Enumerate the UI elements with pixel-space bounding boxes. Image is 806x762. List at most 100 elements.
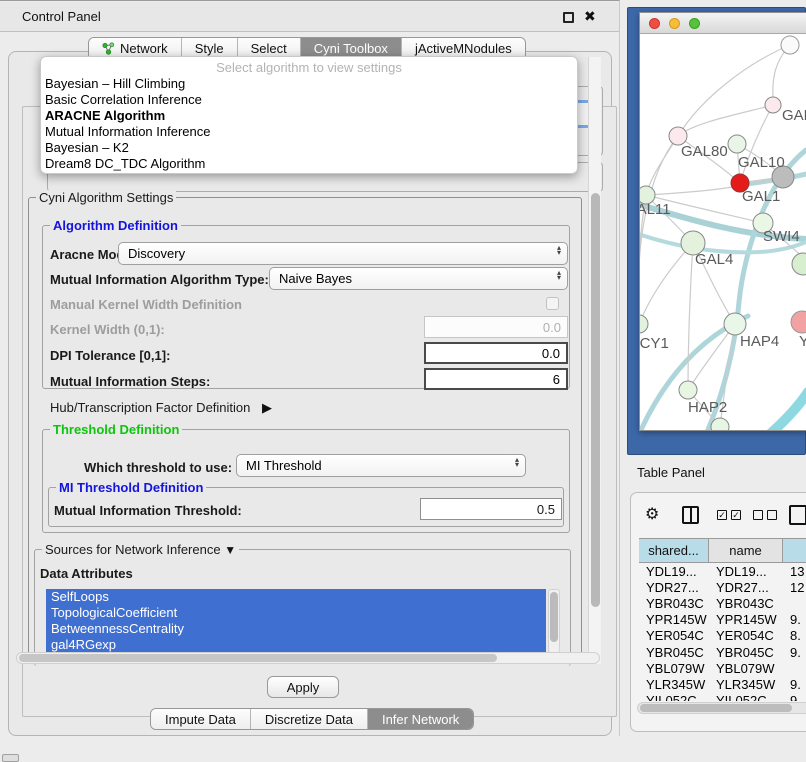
table-row[interactable]: YPR145WYPR145W9.: [639, 612, 806, 628]
table-panel: ⚙ ✓ ✓ shared...name YDL19...YDL19...13YD…: [630, 492, 806, 732]
table-cell: YBR045C: [709, 645, 783, 660]
control-panel: Control Panel ✖ NetworkStyleSelectCyni T…: [0, 0, 620, 736]
table-header-row: shared...name: [639, 538, 806, 563]
table-row[interactable]: YBL079WYBL079W: [639, 660, 806, 676]
deselect-all-checkbox-icon[interactable]: [767, 510, 777, 520]
table-cell: 8.: [783, 628, 806, 643]
sources-toggle[interactable]: Sources for Network Inference ▼: [42, 542, 239, 557]
settings-horizontal-scrollbar[interactable]: [16, 652, 600, 664]
network-edge[interactable]: [640, 243, 693, 324]
table-row[interactable]: YBR043CYBR043C: [639, 595, 806, 611]
close-icon[interactable]: ✖: [584, 8, 596, 25]
tab-infer-network[interactable]: Infer Network: [368, 709, 473, 729]
table-cell: 9.: [783, 693, 806, 701]
column-header[interactable]: name: [709, 539, 783, 562]
group-title: Cyni Algorithm Settings: [36, 190, 176, 205]
network-edge[interactable]: [678, 105, 773, 136]
attribute-item[interactable]: SelfLoops: [46, 589, 546, 605]
close-traffic-light-icon[interactable]: [649, 18, 660, 29]
GAL-network-node[interactable]: [765, 97, 781, 113]
network-graph[interactable]: GALGAL80GAL10GAL1GAL11SWI4GAL4GCY1HAP4YH…: [640, 34, 806, 430]
scrollbar-thumb[interactable]: [591, 193, 600, 607]
which-threshold-select[interactable]: MI Threshold ▴▾: [236, 454, 526, 477]
mi-algorithm-type-select[interactable]: Naive Bayes ▴▾: [269, 267, 568, 290]
float-window-icon[interactable]: [563, 12, 574, 23]
hub-definition-toggle[interactable]: Hub/Transcription Factor Definition ▶: [50, 400, 272, 416]
network-edge[interactable]: [640, 136, 678, 324]
scrollbar-thumb[interactable]: [550, 592, 558, 642]
settings-vertical-scrollbar[interactable]: [588, 57, 601, 664]
network-edge[interactable]: [646, 136, 678, 195]
dropdown-item[interactable]: Basic Correlation Inference: [41, 92, 577, 108]
dpi-tolerance-input[interactable]: 0.0: [424, 342, 568, 364]
mi-steps-input[interactable]: 6: [424, 368, 568, 390]
table-cell: YDL19...: [709, 564, 783, 579]
network-edge[interactable]: [688, 324, 735, 390]
collapsed-corner-button[interactable]: [2, 754, 19, 762]
table-cell: YLR345W: [709, 677, 783, 692]
table-cell: YPR145W: [639, 612, 709, 627]
aracne-mode-select[interactable]: Discovery ▴▾: [118, 242, 568, 265]
dropdown-item[interactable]: Bayesian – K2: [41, 140, 577, 156]
select-all-checkbox-icon[interactable]: ✓: [731, 510, 741, 520]
deselect-all-checkbox-icon[interactable]: [753, 510, 763, 520]
table-row[interactable]: YER054CYER054C8.: [639, 628, 806, 644]
table-row[interactable]: YBR045CYBR045C9.: [639, 644, 806, 660]
Y-network-node[interactable]: [791, 311, 806, 333]
table-row[interactable]: YIL052CYIL052C9.: [639, 693, 806, 702]
column-header[interactable]: [783, 539, 806, 562]
dropdown-item[interactable]: ARACNE Algorithm: [41, 108, 577, 124]
data-attributes-label: Data Attributes: [40, 566, 133, 581]
network-node-label: HAP4: [740, 333, 779, 350]
apply-button[interactable]: Apply: [267, 676, 339, 698]
table-cell: YBR045C: [639, 645, 709, 660]
select-all-checkbox-icon[interactable]: ✓: [717, 510, 727, 520]
attribute-item[interactable]: gal4RGexp: [46, 637, 546, 653]
table-body: YDL19...YDL19...13YDR27...YDR27...12YBR0…: [639, 563, 806, 701]
network-node[interactable]: [792, 253, 806, 275]
scrollbar-thumb[interactable]: [19, 654, 497, 662]
HAP2-network-node[interactable]: [679, 381, 697, 399]
network-edge[interactable]: [770, 392, 806, 430]
algorithm-dropdown: Select algorithm to view settings Bayesi…: [40, 56, 578, 174]
gear-icon[interactable]: ⚙: [645, 504, 659, 524]
dropdown-item[interactable]: Dream8 DC_TDC Algorithm: [41, 156, 577, 172]
mi-threshold-input[interactable]: 0.5: [420, 498, 562, 520]
column-header[interactable]: shared...: [639, 539, 709, 562]
scrollbar-thumb[interactable]: [640, 704, 792, 712]
network-node[interactable]: [781, 36, 799, 54]
column-layout-icon[interactable]: [682, 506, 699, 524]
attributes-scrollbar[interactable]: [548, 589, 560, 653]
network-edge[interactable]: [688, 243, 693, 390]
tab-label: Select: [251, 41, 287, 56]
dropdown-item[interactable]: Bayesian – Hill Climbing: [41, 76, 577, 92]
group-title: Threshold Definition: [50, 422, 182, 437]
table-cell: YER054C: [709, 628, 783, 643]
table-toolbar: ⚙ ✓ ✓: [631, 503, 806, 531]
GCY1-network-node[interactable]: [640, 315, 648, 333]
HAP4-network-node[interactable]: [724, 313, 746, 335]
table-row[interactable]: YDR27...YDR27...12: [639, 579, 806, 595]
data-attributes-list[interactable]: SelfLoopsTopologicalCoefficientBetweenne…: [46, 589, 546, 653]
attribute-item[interactable]: TopologicalCoefficient: [46, 605, 546, 621]
attribute-item[interactable]: BetweennessCentrality: [46, 621, 546, 637]
combo-stepper-icon: ▴▾: [557, 270, 561, 280]
document-icon[interactable]: [789, 505, 806, 525]
zoom-traffic-light-icon[interactable]: [689, 18, 700, 29]
table-horizontal-scrollbar[interactable]: [637, 702, 806, 714]
table-row[interactable]: YDL19...YDL19...13: [639, 563, 806, 579]
combo-stepper-icon: ▴▾: [557, 245, 561, 255]
tab-impute-data[interactable]: Impute Data: [151, 709, 251, 729]
network-canvas[interactable]: GALGAL80GAL10GAL1GAL11SWI4GAL4GCY1HAP4YH…: [640, 34, 806, 430]
network-window[interactable]: GALGAL80GAL10GAL1GAL11SWI4GAL4GCY1HAP4YH…: [639, 12, 806, 431]
GAL10-network-node[interactable]: [728, 135, 746, 153]
application-window: Control Panel ✖ NetworkStyleSelectCyni T…: [0, 0, 806, 762]
manual-kernel-checkbox[interactable]: [546, 297, 559, 310]
which-threshold-value: MI Threshold: [246, 458, 322, 473]
table-cell: YDL19...: [639, 564, 709, 579]
minimize-traffic-light-icon[interactable]: [669, 18, 680, 29]
dropdown-item[interactable]: Mutual Information Inference: [41, 124, 577, 140]
tab-discretize-data[interactable]: Discretize Data: [251, 709, 368, 729]
table-row[interactable]: YLR345WYLR345W9.: [639, 676, 806, 692]
network-node-label: Y: [799, 333, 806, 350]
